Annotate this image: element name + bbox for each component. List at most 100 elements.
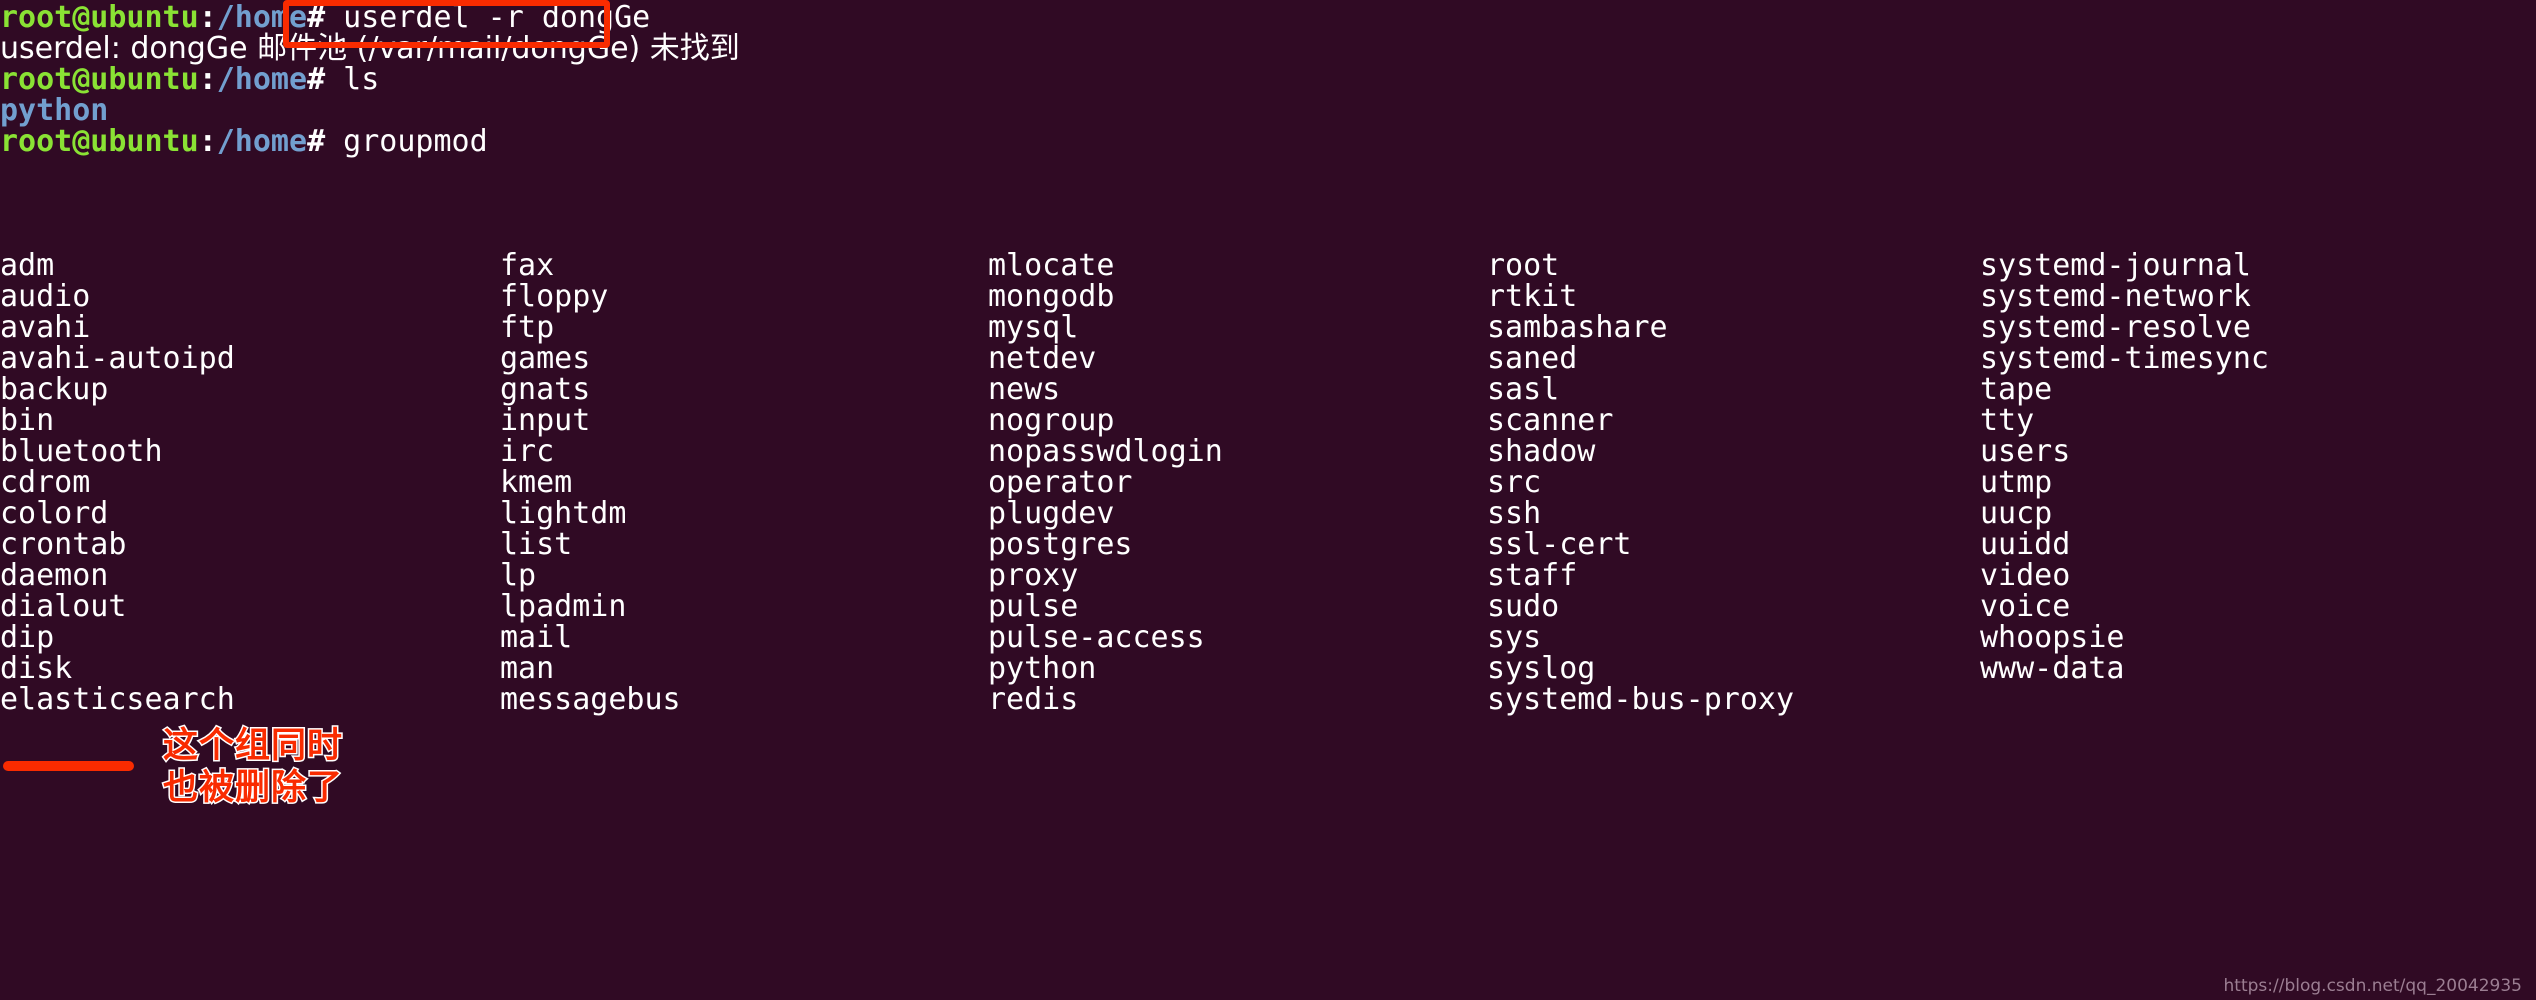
group-item: whoopsie [1980, 620, 2125, 655]
group-column-5: systemd-journal systemd-network systemd-re… [1980, 250, 2269, 684]
terminal-line-command-ls: root@ubuntu:/home# ls [0, 64, 379, 95]
group-item: lpadmin [500, 589, 627, 624]
group-item: tape [1980, 372, 2053, 407]
group-item: lightdm [500, 496, 627, 531]
group-item: list [500, 527, 573, 562]
group-item: root [1487, 248, 1560, 283]
group-item: bin [0, 403, 55, 438]
group-item: gnats [500, 372, 591, 407]
group-item: mongodb [988, 279, 1115, 314]
terminal-window[interactable]: root@ubuntu:/home# userdel -r dongGe use… [0, 0, 2536, 1000]
group-item: games [500, 341, 591, 376]
group-item: daemon [0, 558, 109, 593]
group-item: video [1980, 558, 2071, 593]
group-item: input [500, 403, 591, 438]
group-item: avahi [0, 310, 91, 345]
group-item: mlocate [988, 248, 1115, 283]
group-item: avahi-autoipd [0, 341, 235, 376]
prompt-path: /home [216, 124, 308, 159]
annotation-strikethrough-daemon [3, 761, 134, 771]
group-item: crontab [0, 527, 127, 562]
group-item: proxy [988, 558, 1079, 593]
group-item: nogroup [988, 403, 1115, 438]
group-item: nopasswdlogin [988, 434, 1223, 469]
prompt-user: root@ubuntu [0, 124, 199, 159]
group-item: audio [0, 279, 91, 314]
terminal-line-output-mailspool: userdel: dongGe 邮件池 (/var/mail/dongGe) 未… [0, 31, 740, 66]
group-item: uuidd [1980, 527, 2071, 562]
group-column-4: root rtkit sambashare saned sasl scanner shado… [1487, 250, 1794, 715]
group-item: netdev [988, 341, 1097, 376]
prompt-separator: : [198, 62, 217, 97]
group-item: shadow [1487, 434, 1596, 469]
group-item: redis [988, 682, 1079, 717]
group-item: plugdev [988, 496, 1115, 531]
group-item: postgres [988, 527, 1133, 562]
group-item: sys [1487, 620, 1542, 655]
prompt-hash: # [307, 124, 326, 159]
group-item: systemd-timesync [1980, 341, 2269, 376]
group-item: fax [500, 248, 555, 283]
group-item: elasticsearch [0, 682, 235, 717]
prompt-hash: # [307, 62, 326, 97]
group-item: python [988, 651, 1097, 686]
group-item: news [988, 372, 1061, 407]
command-text-groupmod: groupmod [325, 124, 488, 159]
group-item: systemd-journal [1980, 248, 2251, 283]
group-item: messagebus [500, 682, 681, 717]
group-item: adm [0, 248, 55, 283]
group-item: systemd-resolve [1980, 310, 2251, 345]
group-item: colord [0, 496, 109, 531]
group-item: ssh [1487, 496, 1542, 531]
group-item: saned [1487, 341, 1578, 376]
prompt-path: /home [216, 0, 308, 35]
group-item: users [1980, 434, 2071, 469]
group-item: scanner [1487, 403, 1614, 438]
group-item: src [1487, 465, 1542, 500]
group-item: operator [988, 465, 1133, 500]
group-item: cdrom [0, 465, 91, 500]
prompt-user: root@ubuntu [0, 0, 199, 35]
prompt-hash: # [307, 0, 326, 35]
prompt-path: /home [216, 62, 308, 97]
group-item: systemd-network [1980, 279, 2251, 314]
group-item: backup [0, 372, 109, 407]
group-item: bluetooth [0, 434, 163, 469]
group-item: rtkit [1487, 279, 1578, 314]
terminal-line-command-userdel: root@ubuntu:/home# userdel -r dongGe [0, 2, 650, 33]
group-item: disk [0, 651, 73, 686]
group-item: uucp [1980, 496, 2053, 531]
group-item: sambashare [1487, 310, 1668, 345]
group-item: www-data [1980, 651, 2125, 686]
group-item: mail [500, 620, 573, 655]
group-item: ssl-cert [1487, 527, 1632, 562]
prompt-user: root@ubuntu [0, 62, 199, 97]
group-item: man [500, 651, 555, 686]
group-item: floppy [500, 279, 609, 314]
group-item: irc [500, 434, 555, 469]
group-item: pulse-access [988, 620, 1205, 655]
annotation-note-line-2: 也被删除了 [161, 767, 344, 810]
group-item: ftp [500, 310, 555, 345]
prompt-separator: : [198, 124, 217, 159]
terminal-line-command-groupmod: root@ubuntu:/home# groupmod [0, 126, 488, 157]
group-item: voice [1980, 589, 2071, 624]
group-item: systemd-bus-proxy [1487, 682, 1795, 717]
command-text-userdel: userdel -r dongGe [325, 0, 651, 35]
group-column-2: fax floppy ftp games gnats input irc kmem lightd… [500, 250, 681, 715]
watermark-url: https://blog.csdn.net/qq_20042935 [2223, 976, 2522, 996]
command-text-ls: ls [325, 62, 380, 97]
group-item: dialout [0, 589, 127, 624]
group-item: kmem [500, 465, 573, 500]
group-item: syslog [1487, 651, 1596, 686]
group-item: sudo [1487, 589, 1560, 624]
group-item: mysql [988, 310, 1079, 345]
group-item: tty [1980, 403, 2035, 438]
group-item: pulse [988, 589, 1079, 624]
group-column-1: adm audio avahi avahi-autoipd backup bin bluet… [0, 250, 235, 715]
prompt-separator: : [198, 0, 217, 35]
group-item: staff [1487, 558, 1578, 593]
group-item: sasl [1487, 372, 1560, 407]
group-column-3: mlocate mongodb mysql netdev news nogroup nopa… [988, 250, 1223, 715]
group-item: utmp [1980, 465, 2053, 500]
